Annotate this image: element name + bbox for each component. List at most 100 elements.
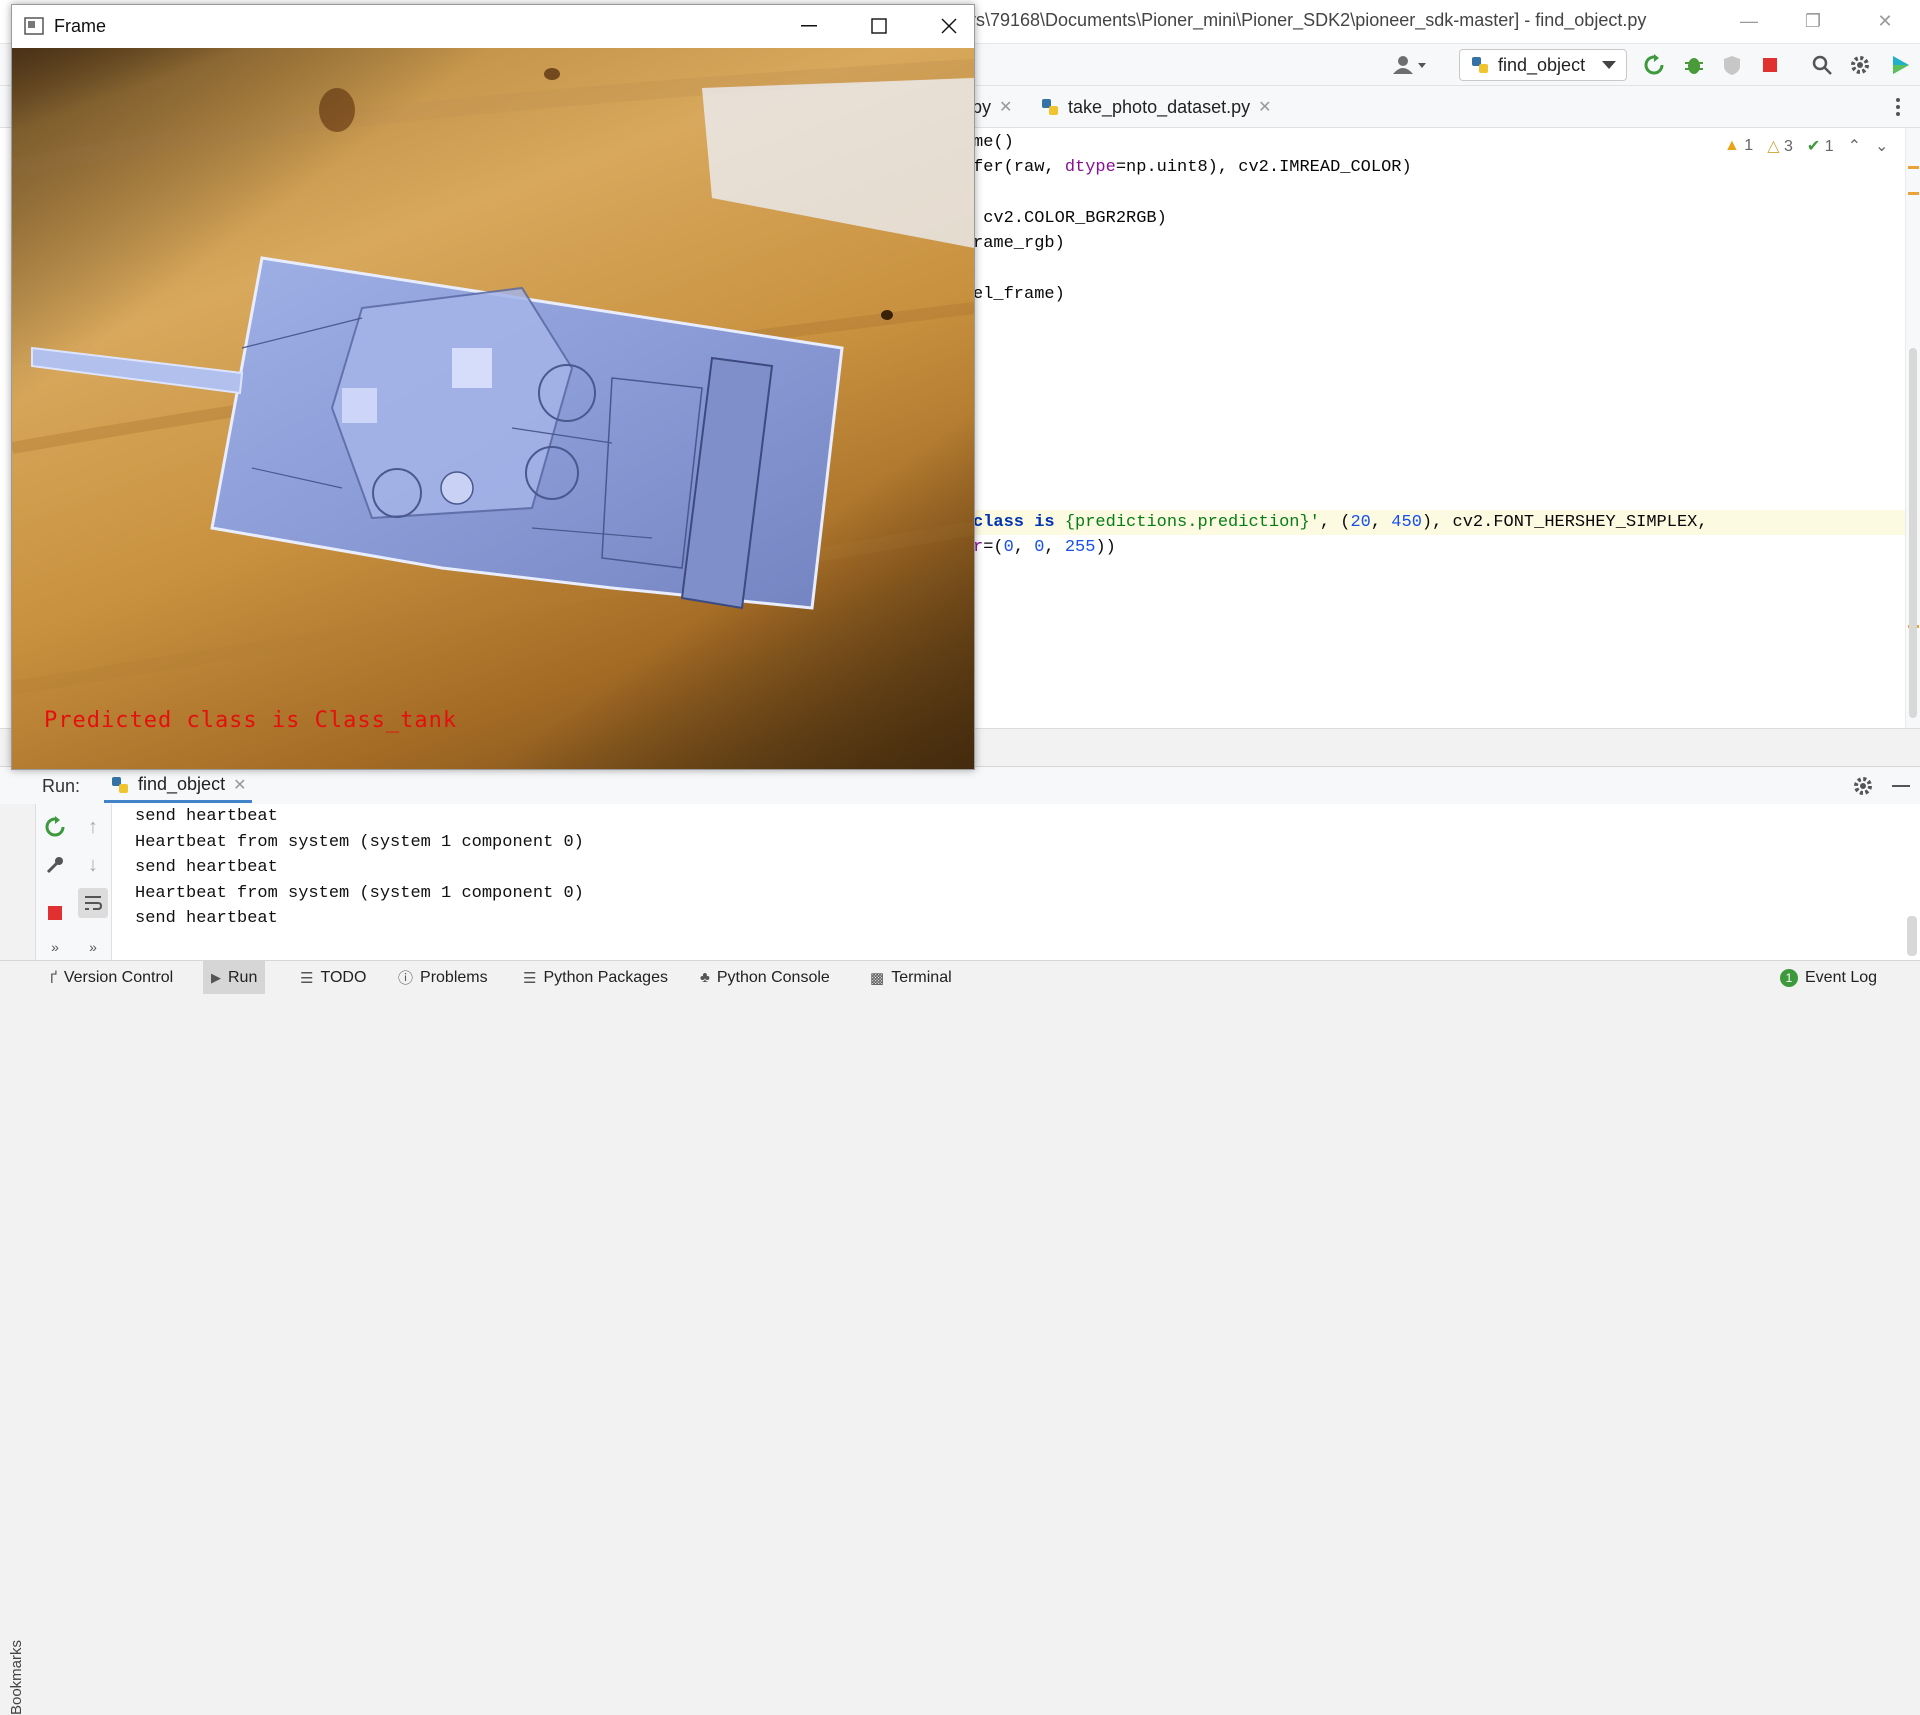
arrow-down-icon[interactable]: ↓ (78, 850, 108, 880)
rerun-button[interactable] (1640, 51, 1668, 79)
rerun-button[interactable] (40, 812, 70, 842)
tool-run[interactable]: ▶ Run (203, 961, 266, 994)
jetbrains-toolbox-button[interactable] (1886, 51, 1914, 79)
minimize-icon[interactable]: — (1736, 8, 1762, 34)
python-icon (112, 776, 128, 793)
tool-version-control[interactable]: Ґ Version Control (42, 961, 181, 994)
run-configuration-select[interactable]: find_object (1459, 49, 1627, 81)
stop-button[interactable] (40, 898, 70, 928)
rerun-icon (1644, 54, 1664, 75)
debug-button[interactable] (1680, 51, 1708, 79)
maximize-icon (871, 18, 887, 34)
more-tabs-icon[interactable] (1895, 96, 1901, 123)
event-log-badge: 1 (1780, 968, 1798, 987)
python-file-icon (1042, 99, 1058, 115)
left-tool-strip: Bookmarks (0, 804, 36, 1715)
tool-label: Event Log (1805, 968, 1878, 986)
close-icon[interactable]: ✕ (233, 775, 246, 795)
bug-icon (1685, 58, 1703, 74)
more-actions-icon[interactable]: » (78, 932, 108, 962)
code-line: me() (973, 133, 1014, 152)
more-actions-icon[interactable]: » (40, 932, 70, 962)
rerun-icon (45, 816, 65, 837)
code-line-highlighted: class is {predictions.prediction}', (20,… (973, 510, 1920, 535)
stop-icon (48, 906, 62, 920)
tool-label: Python Console (716, 968, 830, 986)
close-icon[interactable]: ✕ (1872, 8, 1898, 34)
arrow-up-icon[interactable]: ↑ (78, 812, 108, 842)
close-icon[interactable]: ✕ (1258, 97, 1271, 117)
run-tab-find-object[interactable]: find_object ✕ (104, 769, 253, 803)
search-button[interactable] (1808, 51, 1836, 79)
restore-icon[interactable]: ❐ (1800, 8, 1826, 34)
tool-label: Version Control (63, 968, 174, 986)
prediction-overlay-text: Predicted class is Class_tank (44, 708, 458, 733)
account-button[interactable] (1390, 51, 1432, 79)
close-icon[interactable]: ✕ (999, 97, 1012, 117)
code-line: cv2.COLOR_BGR2RGB) (973, 209, 1167, 228)
ide-window-title: rs\79168\Documents\Pioner_mini\Pioner_SD… (970, 10, 1647, 30)
maximize-button[interactable] (856, 9, 902, 43)
console-line: send heartbeat (135, 858, 278, 877)
branch-icon: Ґ (50, 969, 57, 986)
python-console-icon: ♣ (700, 969, 710, 986)
console-line: Heartbeat from system (system 1 componen… (135, 883, 584, 903)
close-icon (941, 18, 957, 34)
frame-window-title: Frame (54, 16, 107, 36)
wrench-icon (46, 857, 63, 874)
window-app-icon (24, 17, 44, 35)
wrap-icon (85, 896, 103, 910)
console-scrollbar[interactable] (1907, 916, 1917, 956)
frame-title-bar[interactable]: Frame (12, 5, 974, 48)
tool-label: TODO (320, 968, 367, 986)
tool-event-log[interactable]: 1 Event Log (1772, 961, 1885, 994)
settings-button[interactable] (1846, 51, 1874, 79)
edit-config-button[interactable] (40, 850, 70, 880)
editor-tab-label: take_photo_dataset.py (1068, 96, 1251, 117)
tool-terminal[interactable]: ▩ Terminal (862, 961, 960, 994)
tool-problems[interactable]: ⓘ Problems (390, 961, 496, 994)
tank-photo (12, 48, 974, 769)
hide-panel-icon[interactable] (1892, 785, 1910, 787)
tool-label: Problems (420, 968, 488, 986)
python-icon (1472, 57, 1488, 73)
tool-todo[interactable]: ☰ TODO (292, 961, 374, 994)
editor-scrollbar[interactable] (1905, 128, 1920, 728)
bookmarks-tool-window[interactable]: Bookmarks (8, 1640, 25, 1715)
list-icon: ☰ (300, 969, 314, 987)
tool-python-packages[interactable]: ☰ Python Packages (515, 961, 676, 994)
search-icon (1812, 55, 1832, 75)
camera-frame-image: Predicted class is Class_tank (12, 48, 974, 769)
tool-python-console[interactable]: ♣ Python Console (692, 961, 838, 994)
toolbox-icon (1893, 56, 1909, 74)
minimize-icon (801, 25, 817, 27)
editor-tab[interactable]: take_photo_dataset.py ✕ (1030, 86, 1282, 128)
close-button[interactable] (926, 9, 972, 43)
run-configuration-label: find_object (1498, 54, 1586, 75)
run-panel-label: Run: (42, 776, 81, 796)
code-line: fer(raw, dtype=np.uint8), cv2.IMREAD_COL… (973, 158, 1412, 177)
gear-icon (1851, 56, 1869, 74)
console-output: send heartbeat Heartbeat from system (sy… (135, 804, 584, 932)
run-tab-label: find_object (138, 774, 226, 794)
coverage-button[interactable] (1718, 51, 1746, 79)
info-icon: ⓘ (398, 970, 414, 987)
soft-wrap-button[interactable] (78, 888, 108, 918)
shield-icon (1724, 56, 1740, 75)
tool-label: Run (228, 968, 258, 986)
code-line: r=(0, 0, 255)) (973, 538, 1116, 557)
frame-window: Frame Predicted class is Class_tank (11, 4, 975, 770)
console-line: Heartbeat from system (system 1 componen… (135, 832, 584, 852)
chevron-down-icon (1602, 61, 1616, 69)
stop-button[interactable] (1756, 51, 1784, 79)
run-panel-header: Run: find_object ✕ (0, 766, 1920, 804)
console-line: send heartbeat (135, 807, 278, 826)
run-toolbar: » ↑ ↓ » (36, 804, 112, 960)
bottom-tool-bar: Ґ Version Control ▶ Run ☰ TODO ⓘ Problem… (0, 960, 1920, 994)
minimize-button[interactable] (786, 9, 832, 43)
console-line: send heartbeat (135, 909, 278, 928)
run-console[interactable]: send heartbeat Heartbeat from system (sy… (112, 804, 1920, 960)
stop-icon (1763, 58, 1777, 72)
run-settings-icon[interactable] (1852, 775, 1874, 802)
